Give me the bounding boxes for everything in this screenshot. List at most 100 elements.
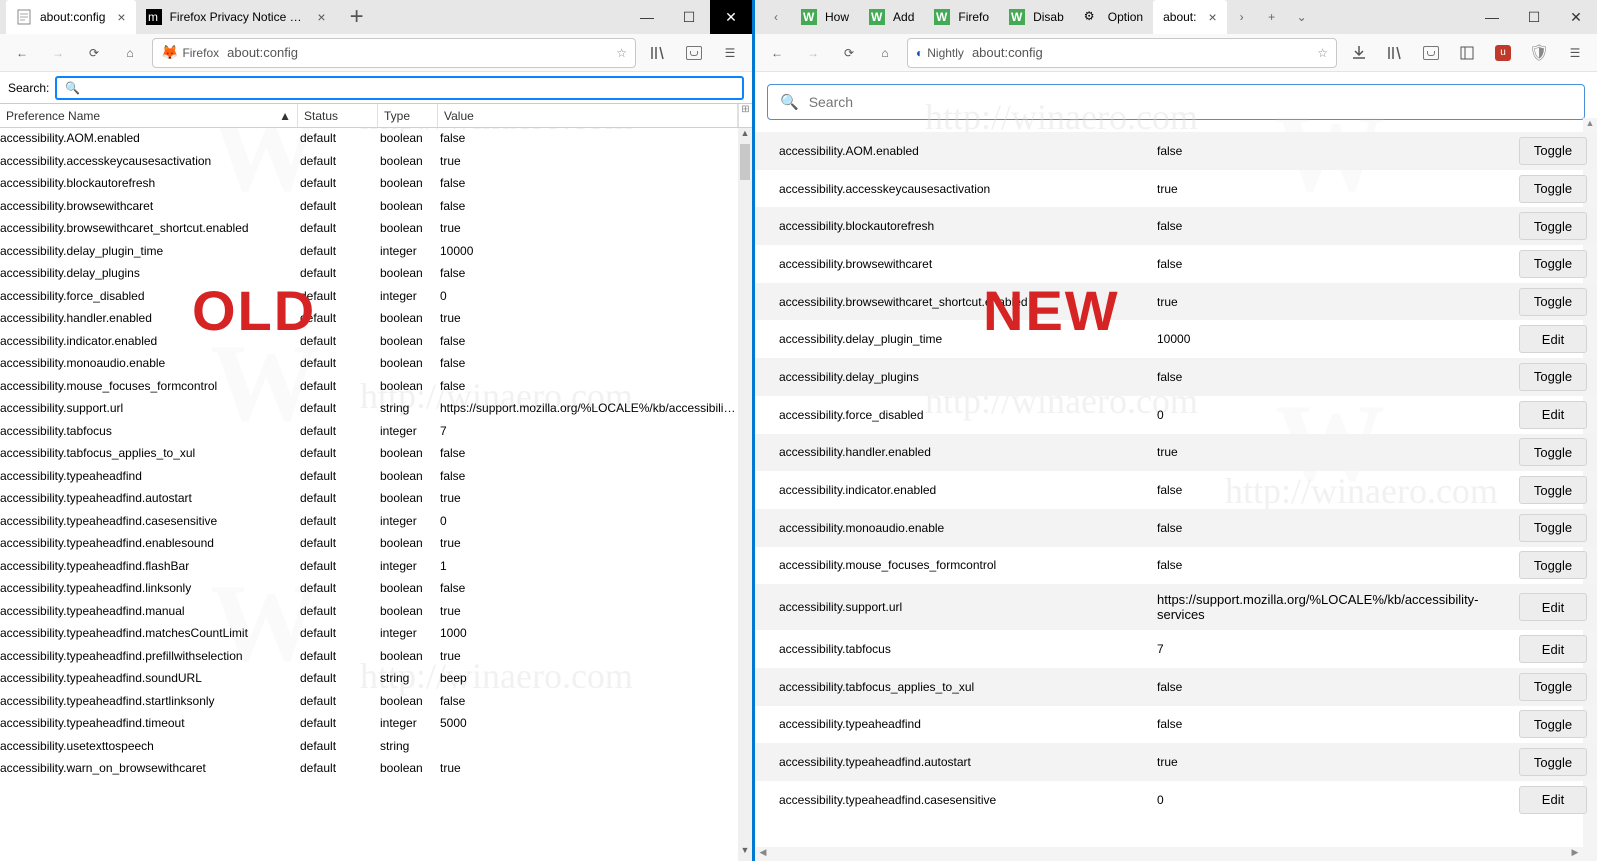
- close-icon[interactable]: ×: [1208, 9, 1216, 25]
- search-input[interactable]: [809, 94, 1572, 110]
- identity-box[interactable]: 🦊Firefox: [161, 44, 219, 61]
- pref-row[interactable]: accessibility.accesskeycausesactivationd…: [0, 151, 752, 174]
- library-icon[interactable]: [1381, 39, 1409, 67]
- pref-row[interactable]: accessibility.typeaheadfind.autostartdef…: [0, 488, 752, 511]
- new-tab-button[interactable]: +: [336, 0, 378, 34]
- pref-row[interactable]: accessibility.browsewithcaret_shortcut.e…: [0, 218, 752, 241]
- pref-row[interactable]: accessibility.delay_pluginsdefaultboolea…: [0, 263, 752, 286]
- minimize-button[interactable]: —: [1471, 0, 1513, 34]
- privacy-shield-icon[interactable]: 🛡: [1525, 39, 1553, 67]
- col-type[interactable]: Type: [378, 104, 438, 127]
- pref-row[interactable]: accessibility.typeaheadfind.enablesoundd…: [0, 533, 752, 556]
- tab-scroll-left[interactable]: ‹: [761, 0, 791, 34]
- search-input-box[interactable]: 🔍: [767, 84, 1585, 120]
- toggle-button[interactable]: Toggle: [1519, 438, 1587, 466]
- sidebar-icon[interactable]: [680, 39, 708, 67]
- url-bar[interactable]: ◐Nightly about:config ☆: [907, 38, 1337, 68]
- home-button[interactable]: ⌂: [116, 39, 144, 67]
- tab-privacy-notice[interactable]: m Firefox Privacy Notice — Mozi ×: [136, 0, 336, 34]
- pref-row[interactable]: accessibility.handler.enableddefaultbool…: [0, 308, 752, 331]
- pref-row[interactable]: accessibility.warn_on_browsewithcaretdef…: [0, 758, 752, 781]
- vertical-scrollbar[interactable]: ▲▼: [738, 128, 752, 861]
- toggle-button[interactable]: Toggle: [1519, 748, 1587, 776]
- column-picker-icon[interactable]: ⊞: [738, 104, 752, 127]
- tab-scroll-right[interactable]: ›: [1227, 0, 1257, 34]
- close-icon[interactable]: ×: [117, 9, 125, 25]
- col-status[interactable]: Status: [298, 104, 378, 127]
- tab-how[interactable]: WHow: [791, 0, 859, 34]
- ublock-icon[interactable]: u: [1489, 39, 1517, 67]
- pref-row[interactable]: accessibility.monoaudio.enabledefaultboo…: [0, 353, 752, 376]
- pref-row[interactable]: accessibility.typeaheadfinddefaultboolea…: [0, 466, 752, 489]
- edit-button[interactable]: Edit: [1519, 401, 1587, 429]
- toggle-button[interactable]: Toggle: [1519, 514, 1587, 542]
- reload-button[interactable]: ⟳: [80, 39, 108, 67]
- col-value[interactable]: Value: [438, 104, 738, 127]
- tab-aboutconfig[interactable]: about:×: [1153, 0, 1227, 34]
- forward-button[interactable]: →: [44, 39, 72, 67]
- toggle-button[interactable]: Toggle: [1519, 288, 1587, 316]
- tab-firefox[interactable]: WFirefo: [924, 0, 999, 34]
- identity-box[interactable]: ◐Nightly: [916, 46, 964, 60]
- tab-aboutconfig[interactable]: about:config ×: [6, 0, 136, 34]
- pref-row[interactable]: accessibility.support.urldefaultstringht…: [0, 398, 752, 421]
- toggle-button[interactable]: Toggle: [1519, 551, 1587, 579]
- pref-row[interactable]: accessibility.typeaheadfind.manualdefaul…: [0, 601, 752, 624]
- pref-row[interactable]: accessibility.typeaheadfind.linksonlydef…: [0, 578, 752, 601]
- search-input[interactable]: 🔍: [55, 76, 744, 100]
- downloads-icon[interactable]: [1345, 39, 1373, 67]
- edit-button[interactable]: Edit: [1519, 635, 1587, 663]
- bookmark-star-icon[interactable]: ☆: [616, 46, 627, 60]
- edit-button[interactable]: Edit: [1519, 325, 1587, 353]
- pref-row[interactable]: accessibility.tabfocusdefaultinteger7: [0, 421, 752, 444]
- pref-row[interactable]: accessibility.indicator.enableddefaultbo…: [0, 331, 752, 354]
- pref-row[interactable]: accessibility.force_disableddefaultinteg…: [0, 286, 752, 309]
- pref-row[interactable]: accessibility.typeaheadfind.prefillwiths…: [0, 646, 752, 669]
- menu-icon[interactable]: ☰: [716, 39, 744, 67]
- toggle-button[interactable]: Toggle: [1519, 250, 1587, 278]
- bookmark-star-icon[interactable]: ☆: [1317, 46, 1328, 60]
- toggle-button[interactable]: Toggle: [1519, 363, 1587, 391]
- maximize-button[interactable]: ☐: [1513, 0, 1555, 34]
- tab-disable[interactable]: WDisab: [999, 0, 1074, 34]
- toggle-button[interactable]: Toggle: [1519, 476, 1587, 504]
- menu-icon[interactable]: ☰: [1561, 39, 1589, 67]
- pref-row[interactable]: accessibility.typeaheadfind.casesensitiv…: [0, 511, 752, 534]
- pref-row[interactable]: accessibility.typeaheadfind.matchesCount…: [0, 623, 752, 646]
- edit-button[interactable]: Edit: [1519, 593, 1587, 621]
- pref-row[interactable]: accessibility.tabfocus_applies_to_xuldef…: [0, 443, 752, 466]
- back-button[interactable]: ←: [8, 39, 36, 67]
- library-icon[interactable]: [644, 39, 672, 67]
- col-preference-name[interactable]: Preference Name ▲: [0, 104, 298, 127]
- pref-row[interactable]: accessibility.AOM.enableddefaultbooleanf…: [0, 128, 752, 151]
- maximize-button[interactable]: ☐: [668, 0, 710, 34]
- toggle-button[interactable]: Toggle: [1519, 175, 1587, 203]
- forward-button[interactable]: →: [799, 39, 827, 67]
- tab-add[interactable]: WAdd: [859, 0, 924, 34]
- tab-options[interactable]: ⚙Option: [1074, 0, 1153, 34]
- home-button[interactable]: ⌂: [871, 39, 899, 67]
- toggle-button[interactable]: Toggle: [1519, 137, 1587, 165]
- all-tabs-icon[interactable]: ⌄: [1287, 0, 1317, 34]
- pref-row[interactable]: accessibility.delay_plugin_timedefaultin…: [0, 241, 752, 264]
- close-window-button[interactable]: ✕: [1555, 0, 1597, 34]
- pref-row[interactable]: accessibility.usetexttospeechdefaultstri…: [0, 736, 752, 759]
- close-window-button[interactable]: ✕: [710, 0, 752, 34]
- edit-button[interactable]: Edit: [1519, 786, 1587, 814]
- pref-row[interactable]: accessibility.typeaheadfind.timeoutdefau…: [0, 713, 752, 736]
- reader-icon[interactable]: [1453, 39, 1481, 67]
- back-button[interactable]: ←: [763, 39, 791, 67]
- toggle-button[interactable]: Toggle: [1519, 212, 1587, 240]
- url-bar[interactable]: 🦊Firefox about:config ☆: [152, 38, 636, 68]
- close-icon[interactable]: ×: [317, 9, 325, 25]
- minimize-button[interactable]: —: [626, 0, 668, 34]
- pref-row[interactable]: accessibility.typeaheadfind.soundURLdefa…: [0, 668, 752, 691]
- toggle-button[interactable]: Toggle: [1519, 710, 1587, 738]
- pref-row[interactable]: accessibility.mouse_focuses_formcontrold…: [0, 376, 752, 399]
- new-tab-button[interactable]: +: [1257, 0, 1287, 34]
- sidebar-icon[interactable]: [1417, 39, 1445, 67]
- pref-row[interactable]: accessibility.browsewithcaretdefaultbool…: [0, 196, 752, 219]
- pref-row[interactable]: accessibility.typeaheadfind.flashBardefa…: [0, 556, 752, 579]
- reload-button[interactable]: ⟳: [835, 39, 863, 67]
- pref-row[interactable]: accessibility.blockautorefreshdefaultboo…: [0, 173, 752, 196]
